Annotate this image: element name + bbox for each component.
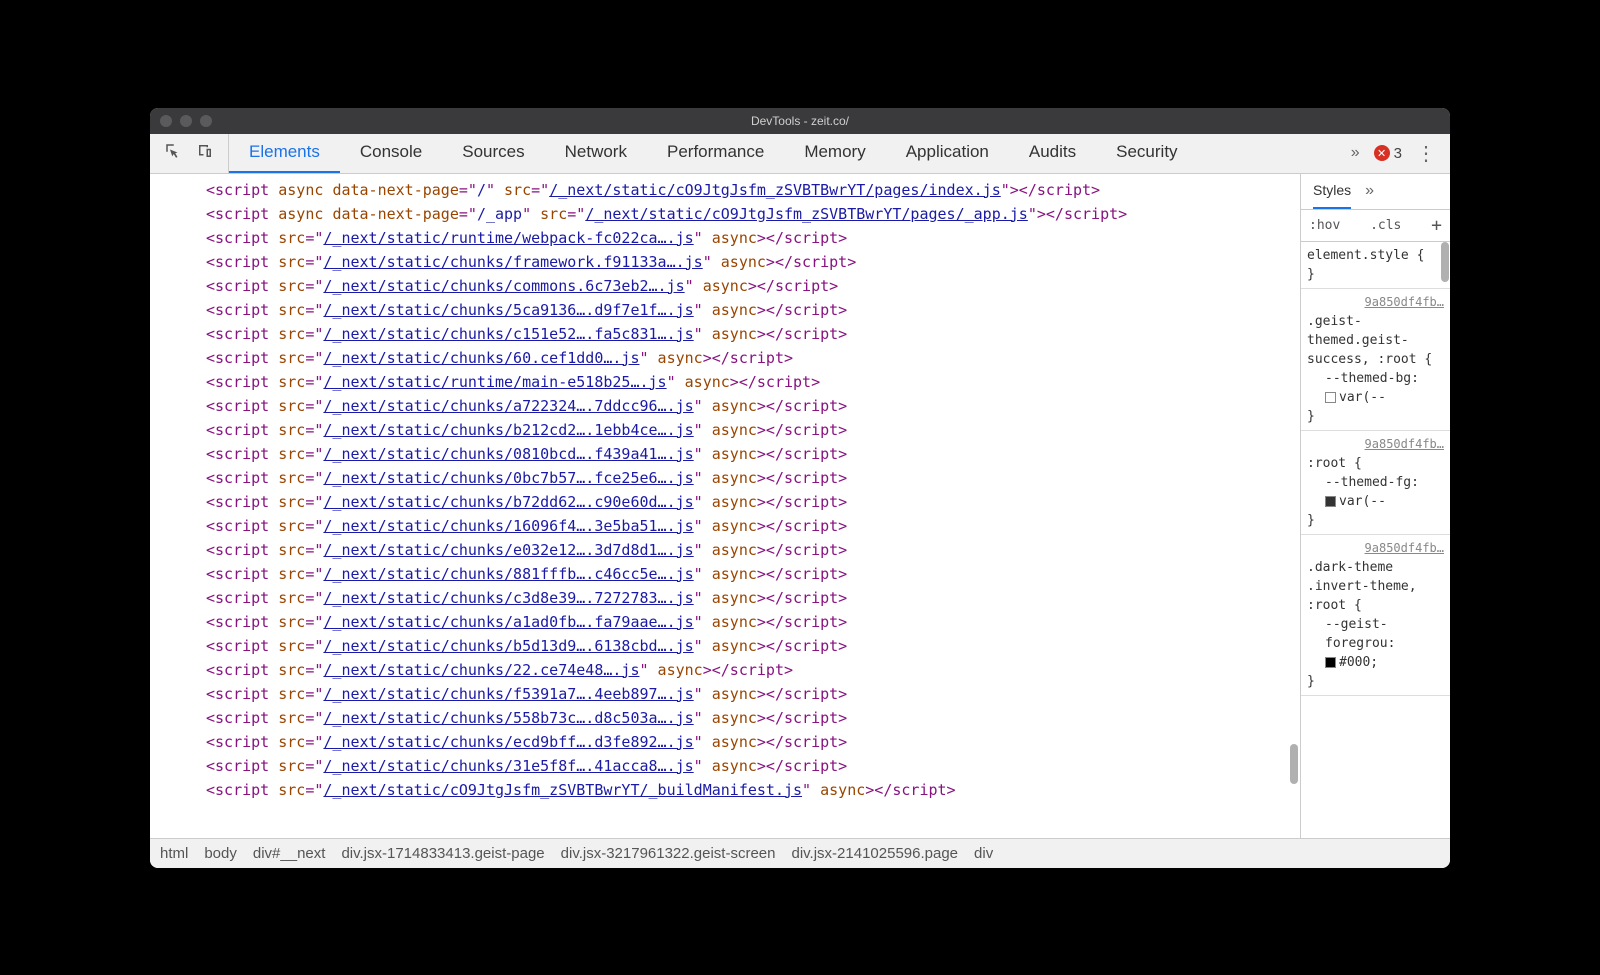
device-toggle-icon[interactable] (196, 142, 214, 165)
cls-toggle[interactable]: .cls (1370, 218, 1401, 233)
error-count: 3 (1394, 145, 1402, 162)
style-rule[interactable]: 9a850df4fb…:root {--themed-fg:var(--} (1301, 431, 1450, 535)
error-counter[interactable]: ✕ 3 (1374, 145, 1402, 162)
zoom-icon[interactable] (200, 115, 212, 127)
breadcrumb-item[interactable]: div.jsx-3217961322.geist-screen (561, 845, 776, 862)
tab-application[interactable]: Application (886, 134, 1009, 173)
dom-node-script[interactable]: <script src="/_next/static/chunks/558b73… (156, 706, 1300, 730)
breadcrumb: html body div#__next div.jsx-1714833413.gei… (150, 838, 1450, 868)
tab-sources[interactable]: Sources (442, 134, 544, 173)
breadcrumb-item[interactable]: html (160, 845, 188, 862)
minimize-icon[interactable] (180, 115, 192, 127)
dom-node-script[interactable]: <script src="/_next/static/chunks/b212cd… (156, 418, 1300, 442)
dom-node-script[interactable]: <script src="/_next/static/chunks/5ca913… (156, 298, 1300, 322)
more-styles-tabs-icon[interactable]: » (1365, 182, 1374, 200)
toolbar: ElementsConsoleSourcesNetworkPerformance… (150, 134, 1450, 174)
dom-node-script[interactable]: <script src="/_next/static/chunks/31e5f8… (156, 754, 1300, 778)
style-rule[interactable]: 9a850df4fb….geist-themed.geist-success, … (1301, 289, 1450, 431)
dom-node-script[interactable]: <script src="/_next/static/cO9JtgJsfm_zS… (156, 778, 1300, 802)
style-rule[interactable]: 9a850df4fb….dark-theme .invert-theme, :r… (1301, 535, 1450, 696)
breadcrumb-item[interactable]: div.jsx-1714833413.geist-page (341, 845, 544, 862)
rule-source-link[interactable]: 9a850df4fb… (1365, 435, 1444, 454)
dom-node-script[interactable]: <script src="/_next/static/chunks/c151e5… (156, 322, 1300, 346)
titlebar: DevTools - zeit.co/ (150, 108, 1450, 134)
tab-elements[interactable]: Elements (229, 134, 340, 173)
traffic-lights (160, 115, 212, 127)
dom-node-script[interactable]: <script src="/_next/static/chunks/22.ce7… (156, 658, 1300, 682)
dom-node-script[interactable]: <script async data-next-page="/_app" src… (156, 202, 1300, 226)
error-icon: ✕ (1374, 145, 1390, 161)
tab-network[interactable]: Network (545, 134, 647, 173)
dom-node-script[interactable]: <script src="/_next/static/chunks/a1ad0f… (156, 610, 1300, 634)
dom-node-script[interactable]: <script src="/_next/static/runtime/webpa… (156, 226, 1300, 250)
dom-node-script[interactable]: <script src="/_next/static/chunks/f5391a… (156, 682, 1300, 706)
breadcrumb-item[interactable]: div (974, 845, 993, 862)
more-tabs-icon[interactable]: » (1351, 144, 1360, 162)
breadcrumb-item[interactable]: div.jsx-2141025596.page (792, 845, 959, 862)
dom-node-script[interactable]: <script src="/_next/static/chunks/16096f… (156, 514, 1300, 538)
window-title: DevTools - zeit.co/ (150, 114, 1450, 128)
dom-node-script[interactable]: <script src="/_next/static/chunks/common… (156, 274, 1300, 298)
breadcrumb-item[interactable]: div#__next (253, 845, 326, 862)
dom-node-script[interactable]: <script src="/_next/static/chunks/0bc7b5… (156, 466, 1300, 490)
style-rule-element[interactable]: element.style { } (1301, 242, 1450, 289)
panel-tabs: ElementsConsoleSourcesNetworkPerformance… (229, 134, 1337, 173)
devtools-window: DevTools - zeit.co/ ElementsConsoleSourc… (150, 108, 1450, 868)
dom-node-script[interactable]: <script async data-next-page="/" src="/_… (156, 178, 1300, 202)
rule-source-link[interactable]: 9a850df4fb… (1365, 539, 1444, 558)
styles-rules[interactable]: element.style { } 9a850df4fb….geist-them… (1301, 242, 1450, 838)
breadcrumb-item[interactable]: body (204, 845, 237, 862)
settings-menu-icon[interactable]: ⋮ (1416, 141, 1436, 166)
new-rule-icon[interactable]: + (1431, 215, 1442, 236)
dom-node-script[interactable]: <script src="/_next/static/chunks/e032e1… (156, 538, 1300, 562)
tab-console[interactable]: Console (340, 134, 442, 173)
inspect-icon[interactable] (164, 142, 182, 165)
styles-panel: Styles » :hov .cls + element.style { } 9… (1300, 174, 1450, 838)
hov-toggle[interactable]: :hov (1309, 218, 1340, 233)
tab-audits[interactable]: Audits (1009, 134, 1096, 173)
styles-tab[interactable]: Styles (1313, 174, 1351, 209)
dom-node-script[interactable]: <script src="/_next/static/chunks/b72dd6… (156, 490, 1300, 514)
rule-source-link[interactable]: 9a850df4fb… (1365, 293, 1444, 312)
tab-performance[interactable]: Performance (647, 134, 784, 173)
tab-memory[interactable]: Memory (784, 134, 885, 173)
dom-node-script[interactable]: <script src="/_next/static/chunks/881fff… (156, 562, 1300, 586)
dom-node-script[interactable]: <script src="/_next/static/chunks/0810bc… (156, 442, 1300, 466)
dom-node-script[interactable]: <script src="/_next/static/chunks/c3d8e3… (156, 586, 1300, 610)
dom-node-script[interactable]: <script src="/_next/static/chunks/ecd9bf… (156, 730, 1300, 754)
dom-node-script[interactable]: <script src="/_next/static/chunks/60.cef… (156, 346, 1300, 370)
elements-tree[interactable]: <script async data-next-page="/" src="/_… (150, 174, 1300, 838)
tab-security[interactable]: Security (1096, 134, 1197, 173)
dom-node-script[interactable]: <script src="/_next/static/chunks/a72232… (156, 394, 1300, 418)
dom-node-script[interactable]: <script src="/_next/static/chunks/b5d13d… (156, 634, 1300, 658)
dom-node-script[interactable]: <script src="/_next/static/chunks/framew… (156, 250, 1300, 274)
dom-node-script[interactable]: <script src="/_next/static/runtime/main-… (156, 370, 1300, 394)
close-icon[interactable] (160, 115, 172, 127)
